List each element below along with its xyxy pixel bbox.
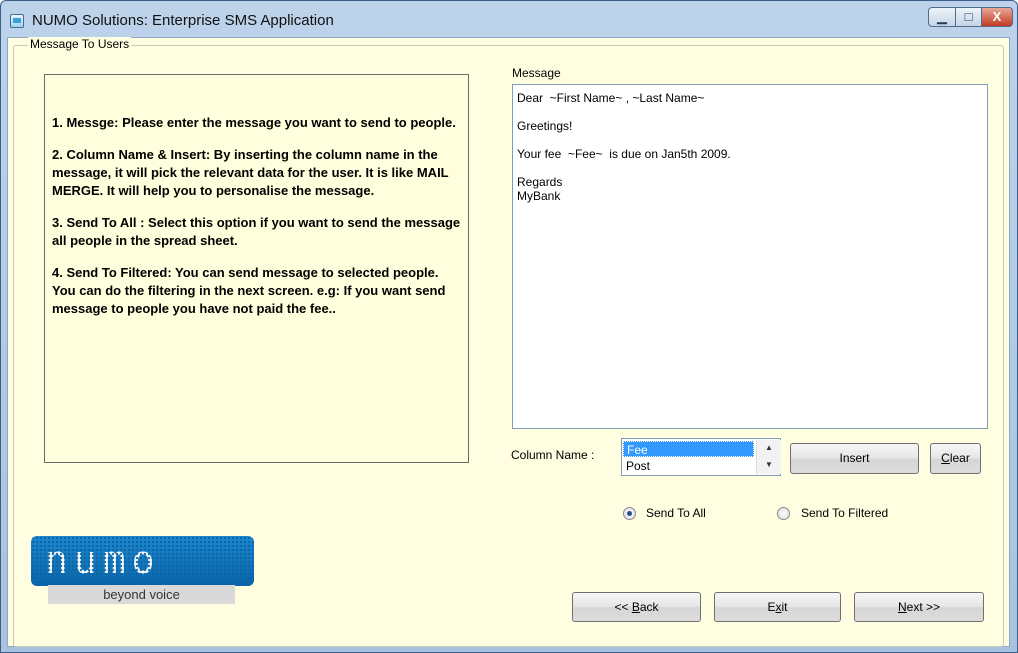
- logo-wordmark: numo: [45, 538, 161, 582]
- list-item-post[interactable]: Post: [623, 458, 754, 474]
- exit-button[interactable]: Exit: [714, 592, 841, 622]
- send-to-filtered-radio[interactable]: [777, 507, 790, 520]
- instruction-1: 1. Messge: Please enter the message you …: [52, 115, 456, 130]
- send-to-filtered-label[interactable]: Send To Filtered: [801, 506, 888, 520]
- back-label-rest: ack: [639, 600, 659, 614]
- maximize-button[interactable]: □: [955, 7, 982, 27]
- next-label-rest: ext >>: [906, 600, 941, 614]
- exit-label-pre: E: [767, 600, 776, 614]
- minimize-button[interactable]: ▁: [928, 7, 956, 27]
- scroll-down-icon[interactable]: ▼: [765, 460, 773, 469]
- next-access-key: N: [897, 600, 907, 614]
- group-legend: Message To Users: [28, 37, 132, 51]
- back-access-key: B: [631, 600, 640, 614]
- clear-access-key: C: [941, 451, 950, 465]
- back-button[interactable]: << Back: [572, 592, 701, 622]
- back-prefix: <<: [614, 600, 632, 614]
- title-bar[interactable]: NUMO Solutions: Enterprise SMS Applicati…: [1, 1, 1017, 37]
- numo-logo: numo: [31, 536, 254, 586]
- window-title: NUMO Solutions: Enterprise SMS Applicati…: [32, 12, 334, 29]
- send-to-all-radio[interactable]: [623, 507, 636, 520]
- message-label: Message: [512, 66, 561, 80]
- column-name-label: Column Name :: [511, 448, 595, 462]
- message-textarea[interactable]: [512, 84, 988, 429]
- insert-button[interactable]: Insert: [790, 443, 919, 474]
- listbox-scrollbar[interactable]: ▲ ▼: [756, 440, 781, 474]
- app-icon: [10, 14, 24, 28]
- scroll-up-icon[interactable]: ▲: [765, 443, 773, 452]
- clear-button[interactable]: Clear: [930, 443, 981, 474]
- logo-tagline: beyond voice: [48, 585, 235, 604]
- next-button[interactable]: Next >>: [854, 592, 984, 622]
- instruction-3: 3. Send To All : Select this option if y…: [52, 215, 461, 248]
- instruction-4: 4. Send To Filtered: You can send messag…: [52, 265, 446, 316]
- list-item-fee[interactable]: Fee: [623, 441, 754, 457]
- instructions-text: 1. Messge: Please enter the message you …: [52, 114, 462, 332]
- exit-label-rest: it: [781, 600, 788, 614]
- clear-label-rest: lear: [949, 451, 970, 465]
- instruction-2: 2. Column Name & Insert: By inserting th…: [52, 147, 449, 198]
- column-name-listbox[interactable]: Fee Post ▲ ▼: [621, 438, 781, 476]
- send-to-all-label[interactable]: Send To All: [646, 506, 706, 520]
- close-button[interactable]: X: [981, 7, 1013, 27]
